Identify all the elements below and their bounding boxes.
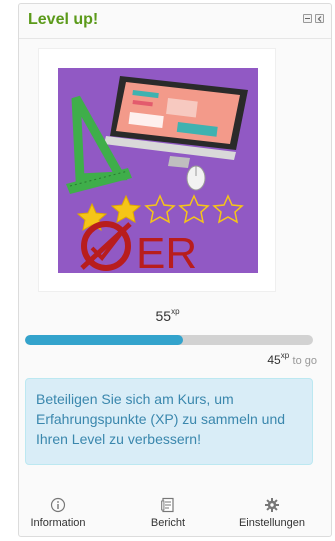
xp-to-go: 45xp to go: [267, 351, 317, 367]
oer-logo: ER: [80, 221, 197, 278]
collapse-icon[interactable]: [303, 14, 312, 23]
level-badge-image: ER: [58, 68, 258, 278]
xp-to-go-unit: xp: [280, 351, 290, 360]
report-link[interactable]: Bericht: [138, 497, 198, 529]
xp-to-go-value: 45: [267, 353, 281, 367]
level-progress-bar: [25, 335, 313, 345]
block-header: Level up!: [19, 4, 331, 39]
report-icon: [161, 497, 174, 513]
info-message: Beteiligen Sie sich am Kurs, um Erfahrun…: [25, 378, 313, 465]
badge-logo-text: ER: [136, 229, 197, 273]
information-link[interactable]: Information: [28, 497, 88, 529]
block-title: Level up!: [28, 11, 99, 28]
xp-total: 55xp: [0, 307, 335, 324]
to-go-label: to go: [292, 355, 317, 367]
settings-link[interactable]: Einstellungen: [232, 497, 312, 529]
settings-label: Einstellungen: [238, 517, 306, 529]
gear-icon: [265, 498, 279, 512]
information-label: Information: [30, 517, 86, 529]
report-label: Bericht: [150, 517, 186, 529]
mouse-illustration: [186, 165, 206, 191]
xp-unit: xp: [171, 307, 180, 317]
monitor-illustration: [104, 76, 248, 168]
xp-value: 55: [155, 308, 172, 324]
dock-icon[interactable]: [315, 14, 324, 23]
level-badge: ER: [38, 48, 276, 292]
info-icon: [50, 497, 66, 513]
level-progress-fill: [25, 335, 184, 345]
block-actions: Information Bericht Einstellungen: [0, 497, 335, 537]
